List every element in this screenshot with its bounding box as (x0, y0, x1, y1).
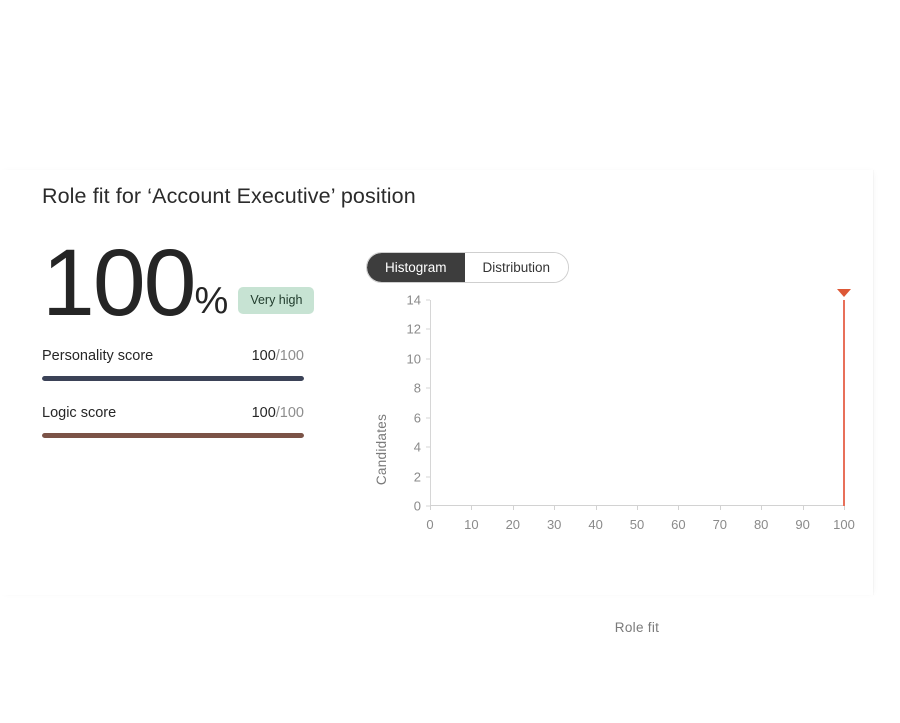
score-value-logic-denominator: /100 (275, 405, 304, 421)
tab-distribution[interactable]: Distribution (464, 253, 569, 282)
candidate-marker-icon (837, 289, 851, 297)
score-value-logic: 100/100 (252, 405, 304, 421)
plot-area: 0 2 4 6 8 10 12 14 0 10 20 30 40 50 60 70 80 90 100 (407, 289, 855, 532)
status-badge: Very high (238, 286, 315, 314)
x-axis-tick-mark (554, 506, 556, 510)
score-value-logic-number: 100 (251, 405, 276, 421)
x-axis-tick-mark (595, 506, 597, 510)
y-axis-tick-mark (426, 417, 430, 419)
histogram-plot: Candidates Role fit 0 2 4 6 8 10 12 14 0 10 20 30 40… (352, 289, 862, 635)
y-axis-title: Candidates (374, 413, 390, 486)
progress-track-logic (42, 433, 304, 438)
y-axis-tick-mark (426, 446, 430, 448)
chart-column: Histogram Distribution Candidates Role f… (352, 232, 862, 635)
x-axis-tick-mark (512, 506, 514, 510)
x-axis-tick-mark (844, 506, 845, 510)
score-row-logic: Logic score 100/100 (42, 405, 304, 438)
x-axis-tick-mark (761, 506, 763, 510)
y-axis-tick-mark (426, 476, 430, 478)
y-axis-tick-mark (426, 299, 430, 301)
x-axis-tick-mark (637, 506, 638, 510)
progress-fill-logic (42, 433, 304, 438)
x-axis-tick-mark (471, 506, 473, 510)
overall-score-unit: % (194, 280, 229, 322)
x-axis-tick-mark (802, 506, 804, 510)
y-axis-line (430, 300, 431, 506)
chart-view-toggle[interactable]: Histogram Distribution (366, 252, 570, 283)
progress-track-personality (42, 376, 304, 381)
role-fit-report: Role fit for ‘Account Executive’ positio… (0, 0, 900, 723)
x-axis-tick-mark (678, 506, 680, 510)
page-title: Role fit for ‘Account Executive’ positio… (42, 184, 416, 208)
score-value-personality: 100/100 (252, 348, 304, 364)
y-axis-tick-mark (426, 387, 430, 389)
overall-score: 100 % Very high (42, 230, 315, 337)
score-value-personality-number: 100 (251, 348, 276, 364)
overall-score-number: 100 (42, 230, 197, 337)
histogram-bar (843, 300, 845, 506)
score-row-personality: Personality score 100/100 (42, 348, 304, 381)
score-value-personality-denominator: /100 (275, 348, 304, 364)
x-axis-tick-mark (430, 506, 431, 510)
x-axis-title: Role fit (614, 620, 660, 635)
score-label-personality: Personality score (42, 348, 154, 364)
y-axis-tick-mark (426, 358, 430, 360)
tab-histogram[interactable]: Histogram (367, 253, 465, 282)
y-axis-tick-mark (426, 328, 430, 330)
score-summary-column: 100 % Very high Personality score 100/10… (42, 230, 315, 438)
progress-fill-personality (42, 376, 304, 381)
x-axis-tick-mark (719, 506, 721, 510)
score-label-logic: Logic score (42, 405, 117, 421)
